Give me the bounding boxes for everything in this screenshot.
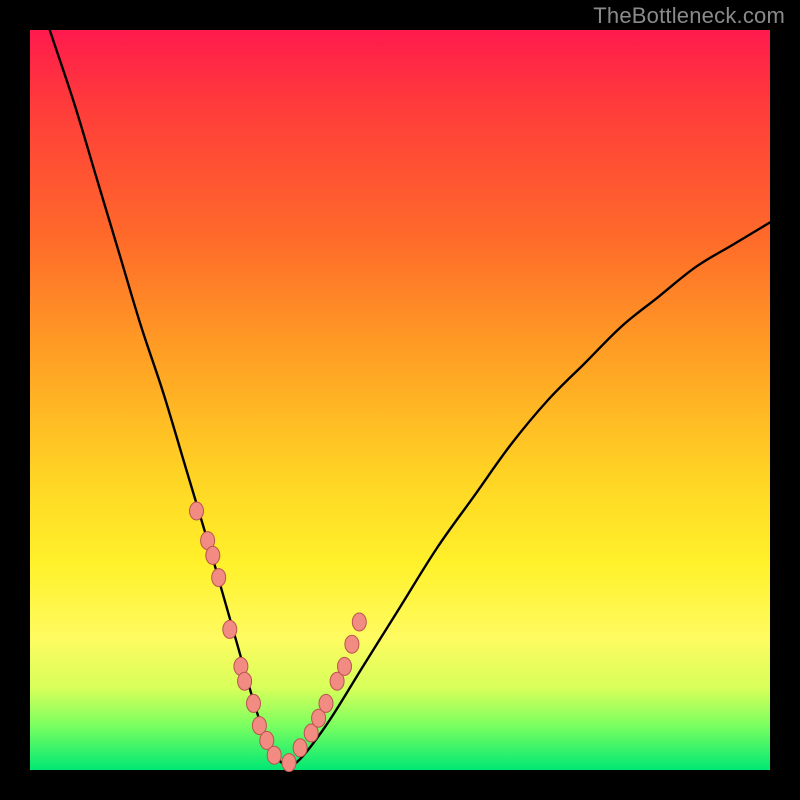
highlight-dot <box>352 613 366 631</box>
highlight-dot <box>206 546 220 564</box>
highlight-dot <box>319 694 333 712</box>
highlight-dot <box>247 694 261 712</box>
highlight-dot <box>338 657 352 675</box>
bottleneck-curve <box>30 0 770 767</box>
highlight-dot <box>267 746 281 764</box>
watermark-text: TheBottleneck.com <box>593 3 785 29</box>
chart-svg <box>30 30 770 770</box>
highlight-dot <box>238 672 252 690</box>
highlight-dot <box>223 620 237 638</box>
chart-frame: TheBottleneck.com <box>0 0 800 800</box>
highlight-dot <box>345 635 359 653</box>
highlight-dots <box>190 502 367 772</box>
highlight-dot <box>190 502 204 520</box>
highlight-dot <box>212 569 226 587</box>
highlight-dot <box>293 739 307 757</box>
highlight-dot <box>282 754 296 772</box>
